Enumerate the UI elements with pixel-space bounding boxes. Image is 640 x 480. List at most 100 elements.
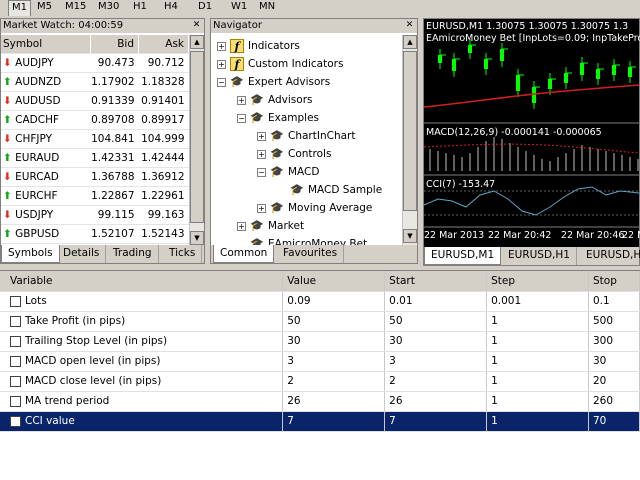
navigator-item[interactable]: + f Indicators: [217, 37, 300, 55]
start-field[interactable]: 30: [384, 331, 488, 352]
checkbox[interactable]: [10, 335, 21, 347]
input-row[interactable]: MACD close level (in pips) 2 2 1 20: [0, 371, 640, 392]
checkbox[interactable]: [10, 395, 21, 407]
market-watch-scrollbar[interactable]: ▲ ▼: [189, 35, 204, 247]
scroll-up-icon[interactable]: ▲: [403, 35, 417, 49]
navigator-item[interactable]: 🎓 EAmicroMoney Bet: [237, 235, 367, 245]
navigator-item[interactable]: + 🎓 Controls: [257, 145, 331, 163]
timeframe-m30-button[interactable]: M30: [98, 0, 119, 14]
timeframe-m15-button[interactable]: M15: [65, 0, 86, 14]
start-field[interactable]: 2: [384, 371, 488, 392]
value-field[interactable]: 0.09: [282, 291, 386, 312]
checkbox[interactable]: [10, 315, 21, 327]
column-header-start[interactable]: Start: [384, 271, 488, 292]
navigator-item[interactable]: + 🎓 Market: [237, 217, 304, 235]
close-icon[interactable]: ✕: [191, 20, 202, 31]
navigator-item[interactable]: + f Custom Indicators: [217, 55, 343, 73]
input-row[interactable]: MA trend period 26 26 1 260: [0, 391, 640, 412]
navigator-scrollbar[interactable]: ▲ ▼: [402, 35, 417, 245]
column-header-variable[interactable]: Variable: [0, 271, 284, 292]
tab-ticks[interactable]: Ticks: [163, 245, 203, 263]
tab-symbols[interactable]: Symbols: [1, 245, 60, 263]
stop-field[interactable]: 70: [588, 411, 640, 432]
stop-field[interactable]: 300: [588, 331, 640, 352]
step-field[interactable]: 0.001: [486, 291, 589, 312]
chart-window[interactable]: EURUSD,M1 1.30075 1.30075 1.30075 1.3 EA…: [423, 18, 640, 266]
expand-icon[interactable]: +: [237, 95, 246, 105]
input-row[interactable]: Trailing Stop Level (in pips) 30 30 1 30…: [0, 331, 640, 352]
stop-field[interactable]: 0.1: [588, 291, 640, 312]
expand-icon[interactable]: +: [257, 203, 266, 213]
navigator-item[interactable]: 🎓 MACD Sample: [277, 181, 382, 199]
market-watch-row[interactable]: ⬇ CHFJPY 104.841 104.999: [1, 129, 189, 149]
market-watch-row[interactable]: ⬆ AUDNZD 1.17902 1.18328: [1, 72, 189, 92]
input-row[interactable]: Lots 0.09 0.01 0.001 0.1: [0, 291, 640, 312]
column-header-value[interactable]: Value: [282, 271, 386, 292]
tab-favourites[interactable]: Favourites: [277, 245, 345, 263]
checkbox[interactable]: [10, 355, 21, 367]
market-watch-row[interactable]: ⬆ EURCHF 1.22867 1.22961: [1, 186, 189, 206]
step-field[interactable]: 1: [486, 311, 589, 332]
expand-icon[interactable]: +: [257, 149, 266, 159]
value-field[interactable]: 30: [282, 331, 386, 352]
close-icon[interactable]: ✕: [404, 20, 415, 31]
timeframe-m5-button[interactable]: M5: [37, 0, 52, 14]
stop-field[interactable]: 500: [588, 311, 640, 332]
column-header-bid[interactable]: Bid: [90, 35, 140, 54]
expand-icon[interactable]: +: [237, 221, 246, 231]
market-watch-row[interactable]: ⬆ CADCHF 0.89708 0.89917: [1, 110, 189, 130]
timeframe-m1-button[interactable]: M1: [8, 0, 31, 16]
navigator-item[interactable]: − 🎓 Expert Advisors: [217, 73, 330, 91]
step-field[interactable]: 1: [486, 391, 589, 412]
scroll-down-icon[interactable]: ▼: [403, 229, 417, 243]
stop-field[interactable]: 260: [588, 391, 640, 412]
checkbox[interactable]: [10, 295, 21, 307]
tab-eurusd-m1[interactable]: EURUSD,M1: [424, 247, 502, 265]
column-header-symbol[interactable]: Symbol: [1, 35, 92, 54]
navigator-item[interactable]: − 🎓 Examples: [237, 109, 319, 127]
column-header-ask[interactable]: Ask: [138, 35, 189, 54]
expand-icon[interactable]: +: [257, 131, 266, 141]
tab-common[interactable]: Common: [213, 245, 275, 263]
market-watch-row[interactable]: ⬇ USDJPY 99.115 99.163: [1, 205, 189, 225]
value-field[interactable]: 2: [282, 371, 386, 392]
value-field[interactable]: 3: [282, 351, 386, 372]
stop-field[interactable]: 30: [588, 351, 640, 372]
step-field[interactable]: 1: [486, 411, 589, 432]
expand-icon[interactable]: +: [217, 41, 226, 51]
start-field[interactable]: 26: [384, 391, 488, 412]
tab-eurusd-h[interactable]: EURUSD,H: [580, 247, 640, 265]
market-watch-row[interactable]: ⬇ EURCAD 1.36788 1.36912: [1, 167, 189, 187]
step-field[interactable]: 1: [486, 371, 589, 392]
value-field[interactable]: 26: [282, 391, 386, 412]
collapse-icon[interactable]: −: [217, 77, 226, 87]
market-watch-row[interactable]: ⬇ AUDJPY 90.473 90.712: [1, 53, 189, 73]
timeframe-w1-button[interactable]: W1: [231, 0, 247, 14]
scroll-down-icon[interactable]: ▼: [190, 231, 204, 245]
column-header-stop[interactable]: Stop: [588, 271, 640, 292]
collapse-icon[interactable]: −: [257, 167, 266, 177]
value-field[interactable]: 7: [282, 411, 386, 432]
navigator-item[interactable]: − 🎓 MACD: [257, 163, 319, 181]
timeframe-h1-button[interactable]: H1: [133, 0, 147, 14]
checkbox[interactable]: [10, 415, 21, 427]
tab-details[interactable]: Details: [57, 245, 107, 263]
timeframe-d1-button[interactable]: D1: [198, 0, 212, 14]
step-field[interactable]: 1: [486, 331, 589, 352]
start-field[interactable]: 3: [384, 351, 488, 372]
input-row[interactable]: MACD open level (in pips) 3 3 1 30: [0, 351, 640, 372]
scroll-thumb[interactable]: [190, 51, 204, 223]
tab-trading[interactable]: Trading: [107, 245, 159, 263]
collapse-icon[interactable]: −: [237, 113, 246, 123]
timeframe-h4-button[interactable]: H4: [164, 0, 178, 14]
market-watch-row[interactable]: ⬇ AUDUSD 0.91339 0.91401: [1, 91, 189, 111]
input-row[interactable]: Take Profit (in pips) 50 50 1 500: [0, 311, 640, 332]
navigator-item[interactable]: + 🎓 Advisors: [237, 91, 312, 109]
navigator-item[interactable]: + 🎓 Moving Average: [257, 199, 372, 217]
column-header-step[interactable]: Step: [486, 271, 589, 292]
scroll-thumb[interactable]: [403, 51, 417, 211]
input-row[interactable]: CCI value 7 7 1 70: [0, 411, 640, 432]
market-watch-row[interactable]: ⬆ GBPUSD 1.52107 1.52143: [1, 224, 189, 244]
tab-eurusd-h1[interactable]: EURUSD,H1: [502, 247, 577, 265]
value-field[interactable]: 50: [282, 311, 386, 332]
